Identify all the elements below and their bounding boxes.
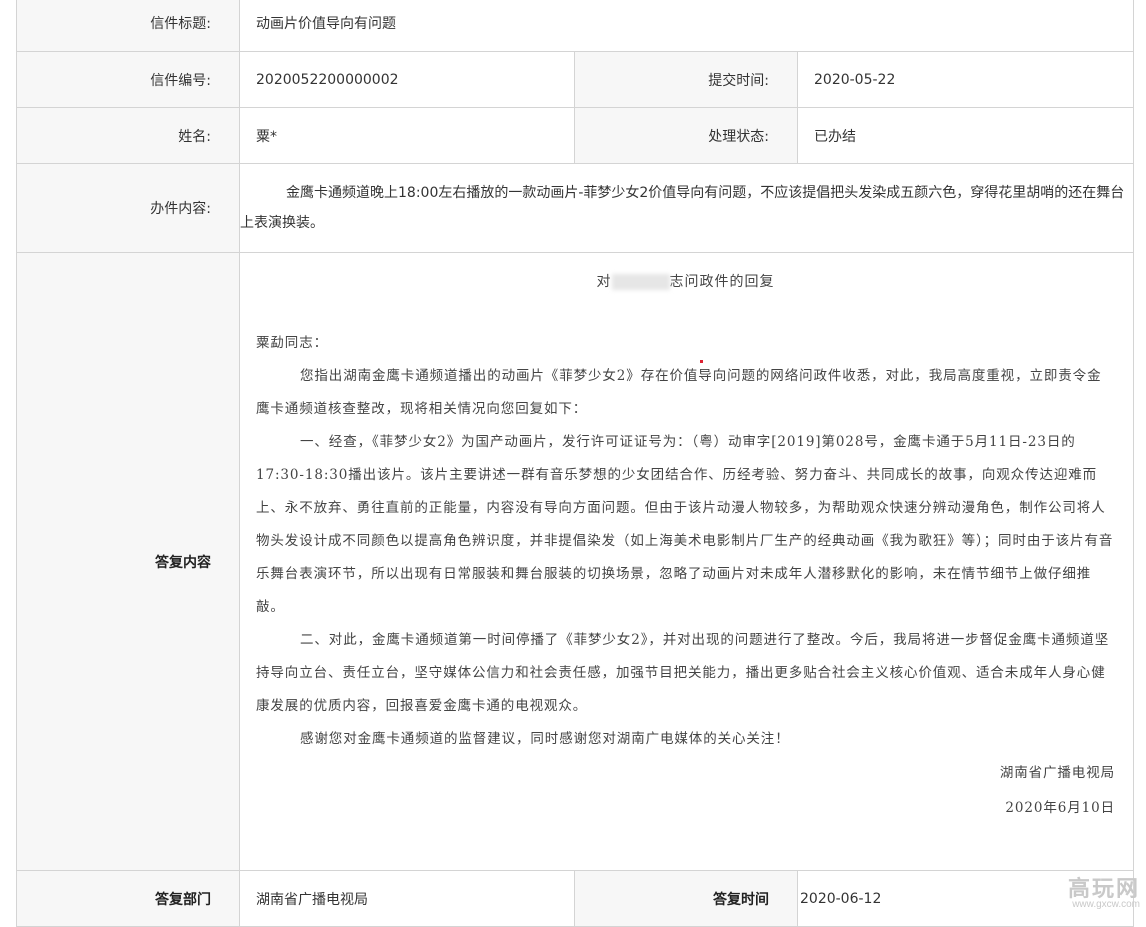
reply-paragraph: 您指出湖南金鹰卡通频道播出的动画片《菲梦少女2》存在价值导向问题的网络问政件收悉… [256,368,1102,417]
row-number: 信件编号: 2020052200000002 提交时间: 2020-05-22 [16,51,1135,108]
signature-date: 2020年6月10日 [1005,800,1116,816]
redacted-name [611,274,670,290]
content-cell: 金鹰卡通频道晚上18:00左右播放的一款动画片-菲梦少女2价值导向有问题，不应该… [238,163,1135,253]
status-value: 已办结 [796,107,1135,164]
submit-time-label: 提交时间: [574,51,798,108]
watermark-url: www.gxcw.com [1072,899,1140,910]
reply-signature: 湖南省广播电视局 2020年6月10日 [256,756,1115,826]
time-label: 答复时间 [574,870,798,927]
reply-salutation: 粟勐同志： [256,335,328,351]
reply-cell: 对 志问政件的回复 粟勐同志： 您指出湖南金鹰卡通频道播出的动画片《菲梦少女2》存… [238,252,1135,871]
reply-paragraph: 一、经查，《菲梦少女2》为国产动画片，发行许可证证号为：（粤）动审字[2019]… [256,434,1114,615]
title-label: 信件标题: [16,0,240,52]
number-label: 信件编号: [16,51,240,108]
status-label: 处理状态: [574,107,798,164]
row-name: 姓名: 粟* 处理状态: 已办结 [16,107,1135,164]
dept-value: 湖南省广播电视局 [239,870,575,927]
reply-title-prefix: 对 [596,274,612,290]
reply-document: 对 志问政件的回复 粟勐同志： 您指出湖南金鹰卡通频道播出的动画片《菲梦少女2》存… [240,253,1133,826]
red-dot-mark [700,360,703,363]
number-value: 2020052200000002 [239,51,575,108]
site-watermark: 高玩网 www.gxcw.com [1068,871,1140,910]
dept-label: 答复部门 [16,870,240,927]
submit-time-value: 2020-05-22 [796,51,1135,108]
reply-label: 答复内容 [16,252,240,871]
letter-detail-table: 信件标题: 动画片价值导向有问题 信件编号: 2020052200000002 … [16,0,1135,927]
row-content: 办件内容: 金鹰卡通频道晚上18:00左右播放的一款动画片-菲梦少女2价值导向有… [16,163,1135,253]
row-title: 信件标题: 动画片价值导向有问题 [16,0,1135,52]
reply-paragraph: 二、对此，金鹰卡通频道第一时间停播了《菲梦少女2》，并对出现的问题进行了整改。今… [256,632,1110,714]
row-reply: 答复内容 对 志问政件的回复 粟勐同志： 您指出湖南金鹰卡通频道播出的动画片《菲梦… [16,252,1135,871]
name-value: 粟* [239,107,575,164]
name-label: 姓名: [16,107,240,164]
reply-paragraph: 感谢您对金鹰卡通频道的监督建议，同时感谢您对湖南广电媒体的关心关注！ [300,731,790,747]
signature-org: 湖南省广播电视局 [999,765,1116,781]
reply-title: 对 志问政件的回复 [256,271,1115,291]
reply-title-suffix: 志问政件的回复 [669,274,775,290]
content-label: 办件内容: [16,163,240,253]
content-text: 金鹰卡通频道晚上18:00左右播放的一款动画片-菲梦少女2价值导向有问题，不应该… [240,185,1125,231]
row-footer: 答复部门 湖南省广播电视局 答复时间 2020-06-12 [16,870,1135,927]
title-value: 动画片价值导向有问题 [238,0,1135,52]
